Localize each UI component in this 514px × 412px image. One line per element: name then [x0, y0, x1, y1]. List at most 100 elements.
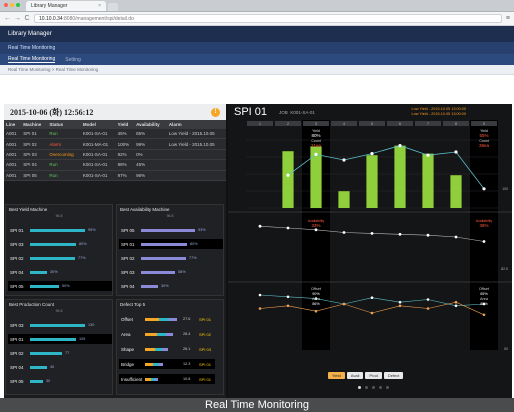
- column-header-model: Model: [80, 120, 116, 129]
- defect-label: Area: [121, 331, 131, 337]
- defect-bar-segment: [145, 332, 157, 336]
- ranking-row[interactable]: SPI 03 58%: [119, 267, 223, 277]
- table-cell: 100%: [115, 138, 135, 150]
- table-row[interactable]: A001 SPI 05 Run K001-SA-01 97% 96%: [4, 170, 226, 181]
- table-row[interactable]: A001 SPI 02 Alarm K001-MA-01 100% 99% Low Yiel…: [4, 138, 226, 150]
- chart-pager: Yield Avail Prod Defect: [328, 372, 404, 379]
- defect-row[interactable]: Bridge 12.3 SPI 01: [119, 359, 215, 369]
- ranking-row[interactable]: SPI 02 77%: [8, 253, 112, 263]
- table-cell: Run: [47, 170, 81, 181]
- table-cell: Overcoming: [47, 149, 81, 161]
- tab-close-icon[interactable]: ×: [98, 3, 101, 9]
- ranking-row[interactable]: SPI 05 50%: [8, 281, 112, 291]
- ranking-label: SPI 03: [10, 322, 24, 328]
- mid-trend-point: [342, 231, 346, 234]
- defect-rate-label: Area: [312, 297, 321, 301]
- mid-trend-point: [398, 232, 402, 236]
- pager-button-prod[interactable]: Prod: [365, 372, 382, 379]
- page-dot[interactable]: [358, 386, 361, 389]
- address-bar[interactable]: 10.10.0.34 :8080/management/spi/detail.d…: [34, 14, 502, 23]
- pager-button-avail[interactable]: Avail: [346, 372, 364, 379]
- ranking-row[interactable]: SPI 04 30%: [119, 281, 223, 291]
- ranking-row[interactable]: SPI 03 130: [8, 320, 112, 330]
- defect-top5-panel: Defect Top 5 Offset 27.6 SPI 01 Area 28.4 SPI…: [116, 299, 224, 395]
- area-point: [426, 307, 430, 310]
- ranking-row[interactable]: SPI 05 30: [8, 376, 112, 386]
- defect-bar-segment: [166, 332, 173, 336]
- defect-bar-segment: [162, 347, 168, 351]
- defect-label: Insufficient: [121, 376, 143, 382]
- ranking-row[interactable]: SPI 01 105: [8, 334, 112, 344]
- ranking-row[interactable]: SPI 04 40: [8, 362, 112, 372]
- table-cell: K001-MA-01: [80, 138, 116, 150]
- browser-menu-icon[interactable]: ≡: [506, 15, 510, 22]
- ranking-row[interactable]: SPI 02 77: [8, 348, 112, 358]
- ranking-panels: Best Yield Machine 96.8 SPI 01 95% SPI 03 8…: [4, 202, 226, 398]
- defect-row[interactable]: Shape 26.1 SPI 03: [119, 344, 215, 354]
- table-cell: K001-SA-01: [80, 129, 116, 140]
- ranking-value: 77%: [78, 256, 86, 260]
- ranking-label: SPI 01: [121, 241, 135, 247]
- table-cell: A001: [4, 129, 22, 140]
- panel-title: Best Yield Machine: [9, 207, 48, 212]
- defect-row[interactable]: Offset 27.6 SPI 01: [119, 314, 215, 324]
- yield-bar: [366, 155, 378, 208]
- ranking-row[interactable]: SPI 01 80%: [119, 239, 223, 249]
- table-row[interactable]: A001 SPI 03 Overcoming K001-SA-01 92% 0%: [4, 149, 226, 161]
- ranking-row[interactable]: SPI 02 77%: [119, 253, 223, 263]
- ranking-row[interactable]: SPI 04 30%: [8, 267, 112, 277]
- forward-icon[interactable]: →: [14, 15, 21, 22]
- table-cell: [166, 149, 226, 161]
- table-cell: A001: [4, 149, 22, 161]
- page-dot[interactable]: [372, 386, 375, 389]
- table-cell: [166, 170, 226, 181]
- ranking-row[interactable]: SPI 01 95%: [8, 225, 112, 235]
- right-axis-value: 50: [504, 347, 508, 351]
- new-tab-button[interactable]: [108, 3, 118, 11]
- pager-button-defect[interactable]: Defect: [383, 372, 404, 379]
- ranking-label: SPI 04: [10, 269, 24, 275]
- reload-icon[interactable]: C: [24, 15, 30, 22]
- mid-trend-point: [454, 235, 458, 239]
- defect-row[interactable]: Area 28.4 SPI 02: [119, 329, 215, 339]
- defect-value: 10.8: [183, 377, 191, 381]
- highlight-value: 55%: [479, 133, 488, 138]
- area-point: [482, 313, 486, 317]
- availability-point: [314, 152, 318, 156]
- back-icon[interactable]: ←: [4, 15, 11, 22]
- ranking-label: SPI 04: [121, 283, 135, 289]
- ranking-label: SPI 02: [10, 350, 24, 356]
- alarm-icon[interactable]: !: [211, 107, 220, 117]
- address-toolbar: ← → C 10.10.0.34 :8080/management/spi/de…: [0, 12, 514, 26]
- defect-machine: SPI 01: [199, 376, 212, 382]
- defect-bar-segment: [155, 347, 162, 351]
- column-header-machine: Machine: [21, 120, 48, 129]
- table-cell: A001: [4, 138, 22, 150]
- ranking-value: 30%: [161, 284, 169, 288]
- maximize-window-button[interactable]: [16, 3, 20, 7]
- column-header-alarm: Alarm: [166, 120, 226, 129]
- table-cell: SPI 03: [21, 149, 48, 161]
- tab-real-time-monitoring[interactable]: Real Time Monitoring: [8, 56, 56, 63]
- page-dot[interactable]: [386, 386, 389, 389]
- defect-row[interactable]: Insufficient 10.8 SPI 01: [119, 374, 215, 384]
- area-point: [258, 307, 262, 310]
- nav-item-real-time-monitoring[interactable]: Real Time Monitoring: [8, 45, 55, 51]
- browser-tab[interactable]: Library Manager ×: [26, 1, 106, 11]
- page-dot[interactable]: [365, 386, 368, 389]
- mid-trend-point: [258, 224, 262, 228]
- window-controls: [4, 3, 20, 7]
- page-dot[interactable]: [379, 386, 382, 389]
- ranking-row[interactable]: SPI 03 80%: [8, 239, 112, 249]
- table-row[interactable]: A001 SPI 04 Run K001-SA-01 98% 45%: [4, 159, 226, 171]
- yield-bar: [282, 151, 294, 208]
- table-row[interactable]: A001 SPI 01 Run K001-SA-01 45% 85% Low Yield -…: [4, 129, 226, 140]
- close-window-button[interactable]: [4, 3, 8, 7]
- ranking-row[interactable]: SPI 05 93%: [119, 225, 223, 235]
- tab-setting[interactable]: Setting: [65, 57, 81, 63]
- defect-bar-segment: [145, 362, 153, 366]
- defect-bar-segment: [159, 362, 163, 366]
- defect-rate-label: Offset: [311, 287, 322, 291]
- pager-button-yield[interactable]: Yield: [328, 372, 345, 379]
- minimize-window-button[interactable]: [10, 3, 14, 7]
